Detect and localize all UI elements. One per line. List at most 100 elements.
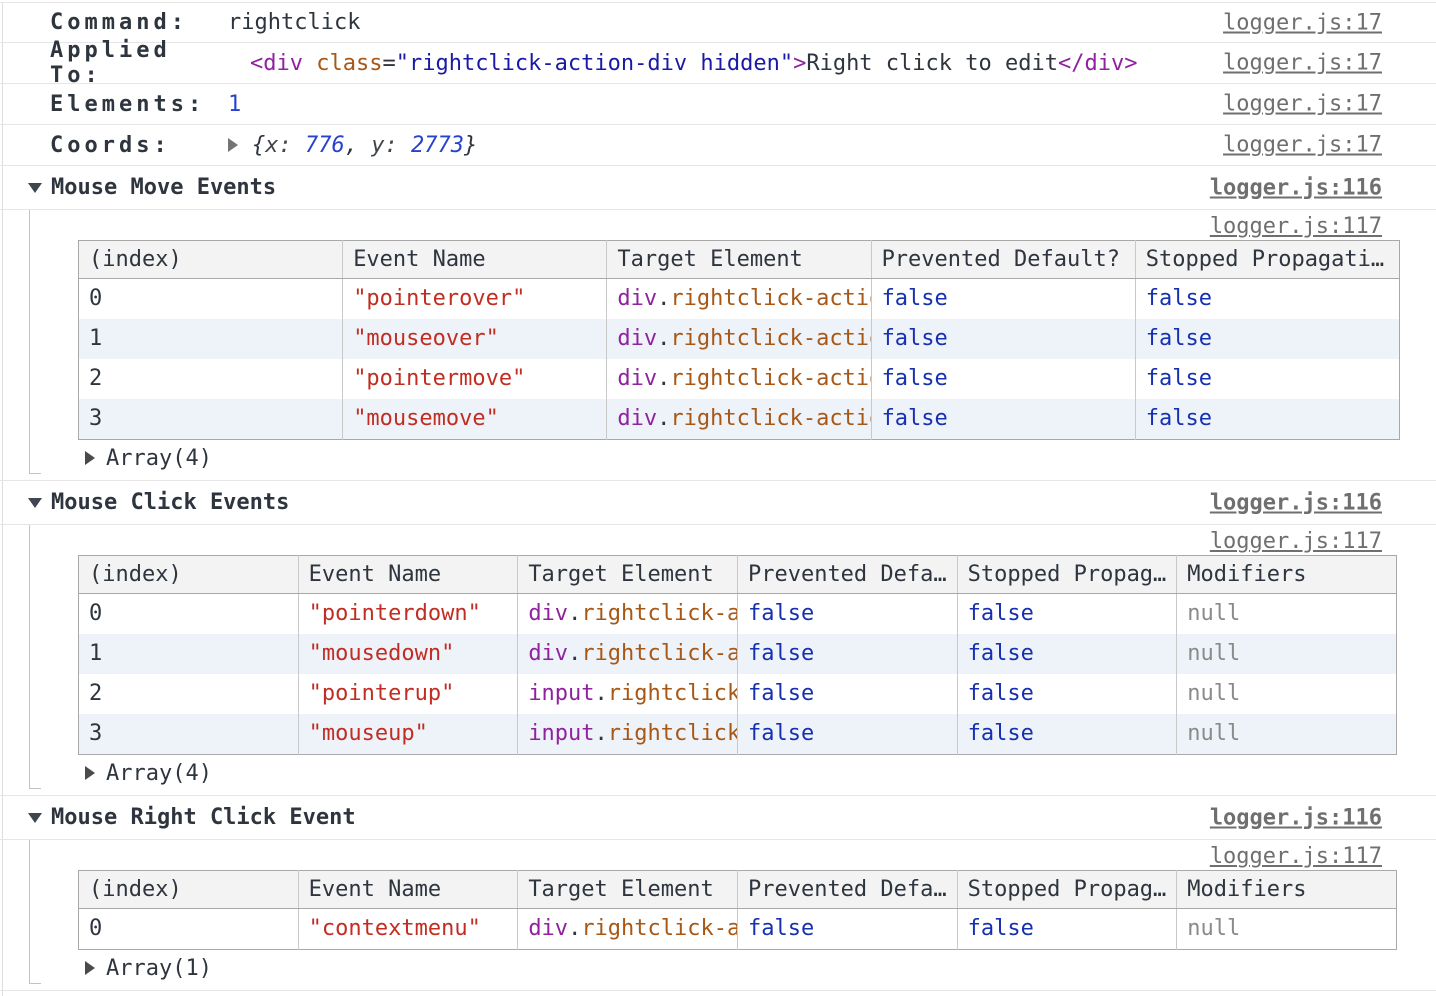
group-header-mouse-move-events[interactable]: Mouse Move Events logger.js:116	[0, 166, 1436, 210]
target-dot: .	[568, 601, 581, 626]
stopped-value: false	[968, 641, 1034, 666]
source-link[interactable]: logger.js:116	[1210, 805, 1382, 830]
cell-stopped: false	[1135, 359, 1399, 399]
source-link[interactable]: logger.js:17	[1223, 51, 1382, 76]
col-stopped-propagation[interactable]: Stopped Propagati…	[1135, 241, 1399, 279]
cell-index: 0	[79, 909, 299, 950]
target-class: rightclick-action-div	[581, 916, 737, 941]
expand-triangle-icon[interactable]	[85, 961, 95, 975]
html-element-preview[interactable]: <div class="rightclick-action-div hidden…	[250, 51, 1137, 76]
cell-target: input.rightclick-action-input	[518, 674, 738, 714]
col-prevented-default[interactable]: Prevented Default?	[871, 241, 1135, 279]
col-target-element[interactable]: Target Element	[518, 871, 738, 909]
target-tag: input	[528, 681, 594, 706]
cell-index: 2	[79, 674, 299, 714]
source-link[interactable]: logger.js:117	[1210, 844, 1382, 869]
target-dot: .	[568, 916, 581, 941]
group-content-mouse-right-click-event: logger.js:117 (index) Event Name Target …	[0, 840, 1436, 991]
table-header-row: (index) Event Name Target Element Preven…	[79, 241, 1400, 279]
source-link[interactable]: logger.js:117	[1210, 214, 1382, 239]
elements-label: Elements:	[50, 92, 228, 117]
target-tag: div	[528, 601, 568, 626]
cell-prevented: false	[871, 399, 1135, 440]
col-event-name[interactable]: Event Name	[298, 871, 518, 909]
target-class: rightclick-action-div	[581, 601, 737, 626]
expand-triangle-icon[interactable]	[228, 138, 238, 152]
col-prevented-default[interactable]: Prevented Defa…	[737, 871, 957, 909]
target-tag: div	[617, 326, 657, 351]
col-event-name[interactable]: Event Name	[343, 241, 607, 279]
col-index[interactable]: (index)	[79, 556, 299, 594]
tag-close: </div>	[1058, 51, 1137, 76]
expand-triangle-icon[interactable]	[85, 766, 95, 780]
cell-prevented: false	[737, 909, 957, 950]
col-stopped-propagation[interactable]: Stopped Propag…	[957, 556, 1177, 594]
source-link[interactable]: logger.js:17	[1223, 92, 1382, 117]
cell-event: "mousemove"	[343, 399, 607, 440]
col-index[interactable]: (index)	[79, 871, 299, 909]
cell-index: 0	[79, 279, 343, 320]
tag-open: <div	[250, 51, 316, 76]
cell-event: "contextmenu"	[298, 909, 518, 950]
array-label: Array(4)	[106, 761, 212, 786]
brace-open: {	[252, 133, 265, 158]
source-link[interactable]: logger.js:17	[1223, 133, 1382, 158]
collapse-triangle-icon[interactable]	[28, 183, 42, 193]
col-target-element[interactable]: Target Element	[518, 556, 738, 594]
cell-index: 1	[79, 634, 299, 674]
target-class: rightclick-action-input	[608, 721, 738, 746]
cell-modifiers: null	[1177, 714, 1397, 755]
collapse-triangle-icon[interactable]	[28, 498, 42, 508]
array-preview[interactable]: Array(4)	[78, 755, 1436, 791]
coords-object-preview: {x: 776, y: 2773}	[252, 133, 477, 158]
target-tag: input	[528, 721, 594, 746]
target-dot: .	[595, 681, 608, 706]
col-target-element[interactable]: Target Element	[607, 241, 871, 279]
table-header-row: (index) Event Name Target Element Preven…	[79, 556, 1397, 594]
console-row-coords: Coords: {x: 776, y: 2773} logger.js:17	[0, 125, 1436, 166]
cell-modifiers: null	[1177, 909, 1397, 950]
cell-stopped: false	[1135, 399, 1399, 440]
table-row: 3 "mouseup" input.rightclick-action-inpu…	[79, 714, 1397, 755]
array-preview[interactable]: Array(4)	[78, 440, 1436, 476]
source-link[interactable]: logger.js:116	[1210, 175, 1382, 200]
source-link[interactable]: logger.js:117	[1210, 529, 1382, 554]
target-class: rightclick-action-div	[581, 641, 737, 666]
table-row: 2 "pointerup" input.rightclick-action-in…	[79, 674, 1397, 714]
coords-y-value: 2773	[411, 133, 464, 158]
group-header-mouse-click-events[interactable]: Mouse Click Events logger.js:116	[0, 481, 1436, 525]
col-event-name[interactable]: Event Name	[298, 556, 518, 594]
prevented-value: false	[748, 601, 814, 626]
col-index[interactable]: (index)	[79, 241, 343, 279]
cell-target: div.rightclick-action-div	[607, 319, 871, 359]
collapse-triangle-icon[interactable]	[28, 813, 42, 823]
cell-event: "pointerdown"	[298, 594, 518, 635]
expand-triangle-icon[interactable]	[85, 451, 95, 465]
table-row: 0 "pointerdown" div.rightclick-action-di…	[79, 594, 1397, 635]
source-link[interactable]: logger.js:17	[1223, 10, 1382, 35]
equals-sign: =	[382, 51, 395, 76]
modifiers-value: null	[1187, 601, 1240, 626]
event-name-value: "pointermove"	[353, 366, 525, 391]
cell-modifiers: null	[1177, 634, 1397, 674]
col-modifiers[interactable]: Modifiers	[1177, 556, 1397, 594]
source-link[interactable]: logger.js:116	[1210, 490, 1382, 515]
applied-to-label: Applied To:	[50, 38, 228, 88]
table-source-line: logger.js:117	[78, 210, 1436, 240]
cell-event: "pointerup"	[298, 674, 518, 714]
cell-target: div.rightclick-action-div	[607, 399, 871, 440]
col-stopped-propagation[interactable]: Stopped Propag…	[957, 871, 1177, 909]
cell-modifiers: null	[1177, 594, 1397, 635]
cell-index: 2	[79, 359, 343, 399]
modifiers-value: null	[1187, 641, 1240, 666]
col-prevented-default[interactable]: Prevented Defa…	[737, 556, 957, 594]
stopped-value: false	[1146, 406, 1212, 431]
cell-modifiers: null	[1177, 674, 1397, 714]
event-name-value: "mousemove"	[353, 406, 499, 431]
array-label: Array(1)	[106, 956, 212, 981]
group-header-mouse-right-click-event[interactable]: Mouse Right Click Event logger.js:116	[0, 796, 1436, 840]
group-content-mouse-click-events: logger.js:117 (index) Event Name Target …	[0, 525, 1436, 796]
cell-prevented: false	[737, 634, 957, 674]
col-modifiers[interactable]: Modifiers	[1177, 871, 1397, 909]
array-preview[interactable]: Array(1)	[78, 950, 1436, 986]
